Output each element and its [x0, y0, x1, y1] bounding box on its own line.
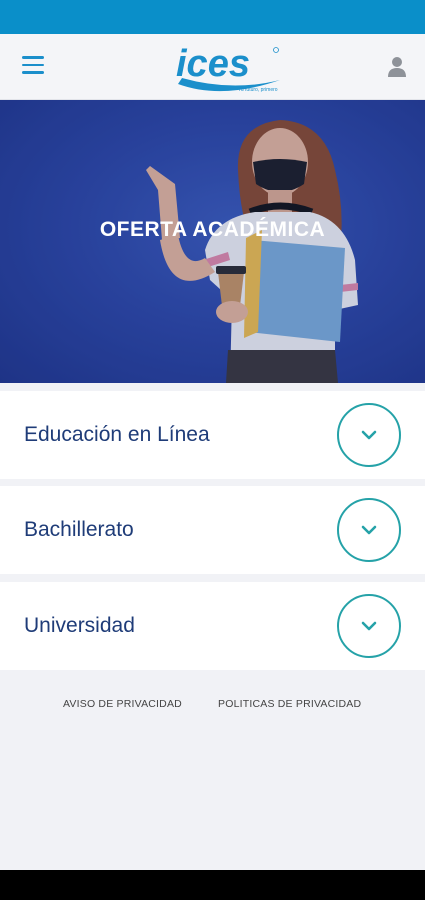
- hamburger-menu-icon[interactable]: [22, 56, 46, 76]
- section-label: Educación en Línea: [24, 423, 210, 446]
- chevron-down-icon[interactable]: [337, 498, 401, 562]
- section-card-universidad[interactable]: Universidad: [0, 582, 425, 670]
- chevron-down-icon[interactable]: [337, 594, 401, 658]
- section-card-educacion-en-linea[interactable]: Educación en Línea: [0, 391, 425, 479]
- privacy-notice-link[interactable]: AVISO DE PRIVACIDAD: [63, 698, 182, 710]
- app-header: ices Tu futuro, primero: [0, 34, 425, 100]
- section-card-bachillerato[interactable]: Bachillerato: [0, 486, 425, 574]
- hero-banner: OFERTA ACADÉMICA: [0, 100, 425, 383]
- user-profile-icon[interactable]: [387, 56, 407, 78]
- privacy-policies-link[interactable]: POLITICAS DE PRIVACIDAD: [218, 698, 361, 710]
- system-navigation-bar: [0, 870, 425, 900]
- hero-title: OFERTA ACADÉMICA: [99, 218, 326, 241]
- ices-logo[interactable]: ices Tu futuro, primero: [172, 38, 286, 96]
- logo-wordmark: ices: [176, 43, 250, 85]
- chevron-down-icon[interactable]: [337, 403, 401, 467]
- section-label: Universidad: [24, 614, 135, 637]
- logo-tagline: Tu futuro, primero: [238, 87, 278, 93]
- section-label: Bachillerato: [24, 518, 134, 541]
- status-bar: [0, 0, 425, 34]
